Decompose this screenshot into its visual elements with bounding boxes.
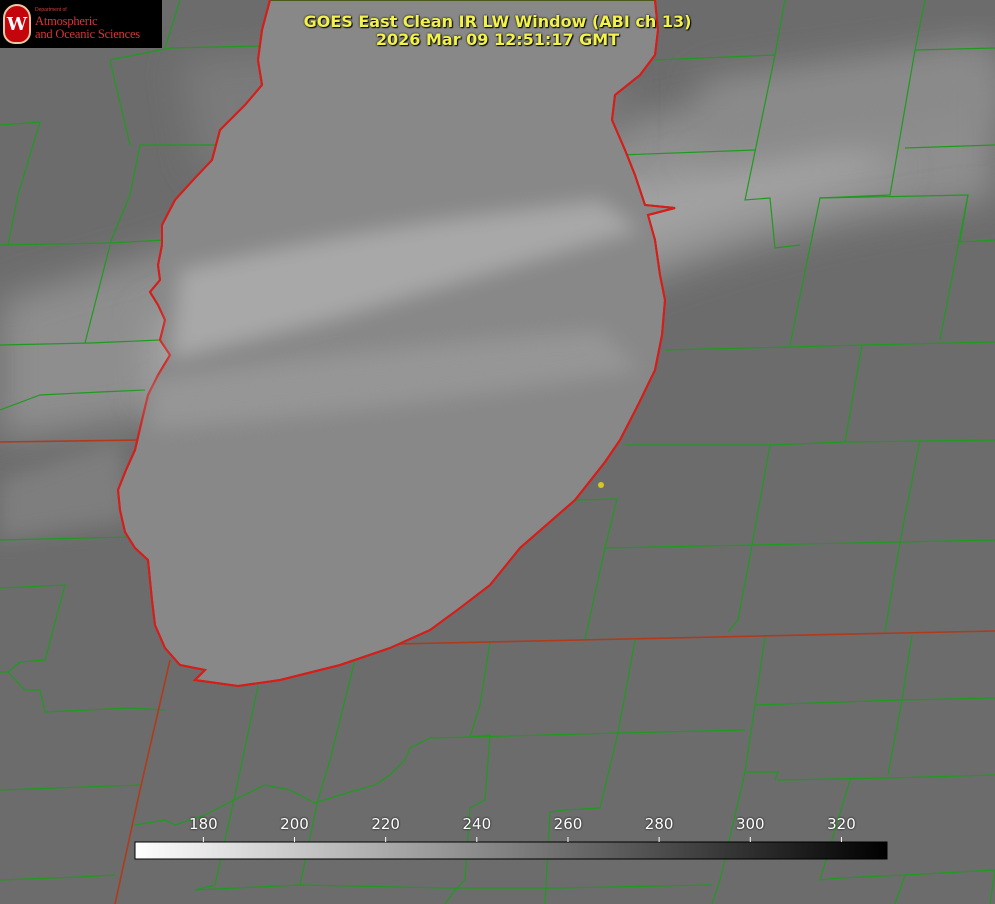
image-timestamp: 2026 Mar 09 12:51:17 GMT [375,30,620,49]
colorbar-tick-label: 200 [280,815,309,833]
colorbar-tick-label: 180 [189,815,218,833]
image-title: GOES East Clean IR LW Window (ABI ch 13) [303,12,692,31]
satellite-map [0,0,995,904]
station-marker [598,482,604,488]
colorbar-tick-label: 320 [827,815,856,833]
colorbar-tick-label: 240 [462,815,492,833]
satellite-viewer: W Department of Atmospheric and Oceanic … [0,0,995,904]
colorbar-tick-label: 300 [735,815,765,833]
colorbar-tick-label: 220 [371,815,400,833]
colorbar-tick-label: 260 [553,815,583,833]
colorbar-tick-label: 280 [644,815,674,833]
